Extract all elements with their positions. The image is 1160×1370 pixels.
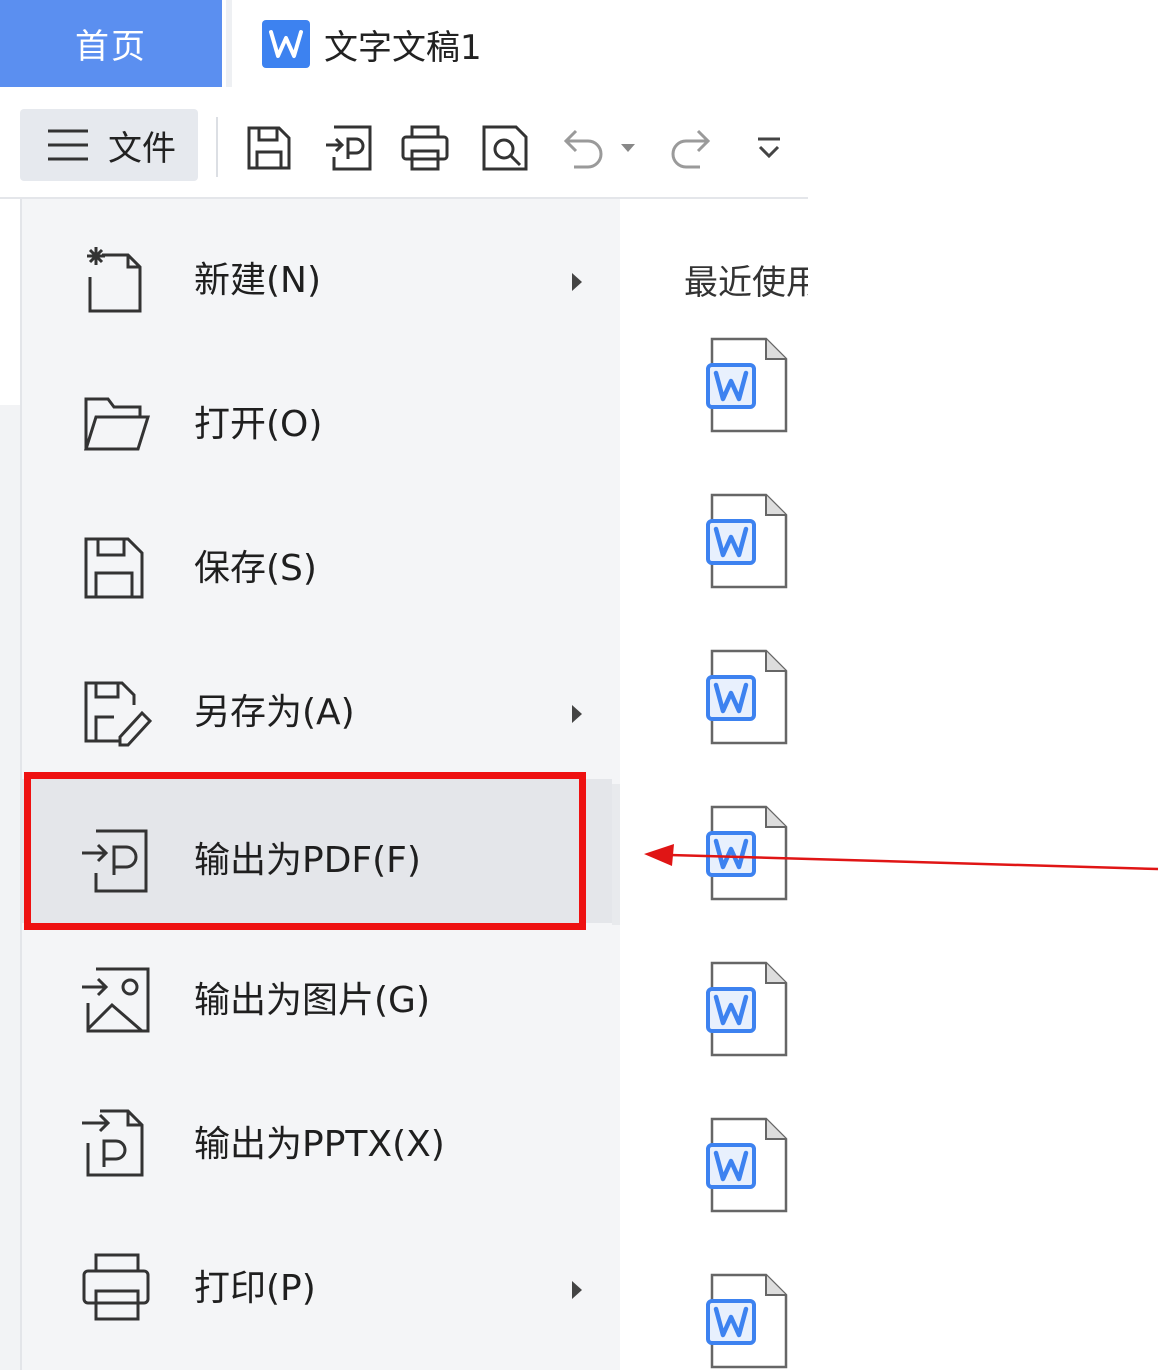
submenu-arrow-icon	[572, 1281, 582, 1299]
new-file-icon	[87, 247, 142, 313]
menu-item-print[interactable]: 打印(P)	[22, 1207, 612, 1351]
export-pdf-icon	[82, 829, 148, 893]
word-document-icon[interactable]	[706, 1115, 790, 1215]
file-menu-label: 文件	[108, 128, 176, 169]
screen: 首页 文字文稿1 文件 新建(N) 打开(O) 保存(S) 另存为(A) 输出为…	[0, 0, 1160, 1370]
recent-files-title: 最近使用	[684, 263, 808, 303]
file-menu: 新建(N) 打开(O) 保存(S) 另存为(A) 输出为PDF(F) 输出为图片…	[20, 199, 632, 1370]
word-logo-icon	[262, 20, 310, 68]
word-document-icon[interactable]	[706, 335, 790, 435]
menu-item-label: 输出为PDF(F)	[194, 840, 421, 881]
export-pptx-icon	[82, 1109, 144, 1177]
menu-item-label: 打开(O)	[194, 404, 323, 445]
submenu-arrow-icon	[572, 705, 582, 723]
save-as-icon	[84, 681, 152, 747]
menu-item-export-pdf[interactable]: 输出为PDF(F)	[22, 779, 612, 923]
annotation-arrow-icon	[644, 844, 1159, 871]
undo-icon[interactable]	[558, 123, 608, 173]
print-preview-icon[interactable]	[480, 123, 530, 173]
menu-item-label: 保存(S)	[194, 548, 317, 589]
toolbar-separator	[216, 117, 218, 177]
export-pdf-icon[interactable]	[324, 123, 374, 173]
word-document-icon[interactable]	[706, 1271, 790, 1370]
redo-icon[interactable]	[666, 123, 716, 173]
home-tab[interactable]: 首页	[0, 0, 222, 87]
background-panel	[0, 405, 20, 1370]
home-tab-label: 首页	[75, 27, 147, 67]
menu-item-label: 输出为PPTX(X)	[194, 1124, 445, 1165]
save-icon[interactable]	[244, 123, 294, 173]
recent-files-panel: 最近使用	[620, 199, 808, 1370]
menu-item-export-image[interactable]: 输出为图片(G)	[22, 919, 612, 1063]
menu-item-export-pptx[interactable]: 输出为PPTX(X)	[22, 1063, 612, 1207]
document-tab[interactable]: 文字文稿1	[262, 20, 482, 68]
menu-item-open[interactable]: 打开(O)	[22, 343, 612, 487]
submenu-arrow-icon	[572, 273, 582, 291]
menu-item-new[interactable]: 新建(N)	[22, 199, 612, 343]
quick-access-toolbar: 文件	[0, 87, 808, 199]
file-menu-button[interactable]: 文件	[20, 109, 198, 181]
menu-item-label: 打印(P)	[194, 1268, 316, 1309]
menu-item-label: 另存为(A)	[194, 692, 355, 733]
word-document-icon[interactable]	[706, 959, 790, 1059]
word-document-icon[interactable]	[706, 647, 790, 747]
word-document-icon[interactable]	[706, 491, 790, 591]
tab-divider	[226, 0, 232, 87]
menu-item-save-as[interactable]: 另存为(A)	[22, 631, 612, 775]
menu-item-label: 输出为图片(G)	[194, 980, 430, 1021]
export-image-icon	[82, 967, 150, 1033]
hamburger-menu-icon	[48, 129, 88, 161]
menu-item-label: 新建(N)	[194, 260, 322, 301]
menu-item-save[interactable]: 保存(S)	[22, 487, 612, 631]
print-icon	[82, 1253, 150, 1321]
undo-dropdown-icon[interactable]	[616, 123, 640, 173]
save-icon	[84, 537, 144, 599]
open-folder-icon	[83, 397, 151, 451]
more-dropdown-icon[interactable]	[744, 123, 794, 173]
print-icon[interactable]	[400, 123, 450, 173]
document-tab-title: 文字文稿1	[324, 27, 482, 68]
